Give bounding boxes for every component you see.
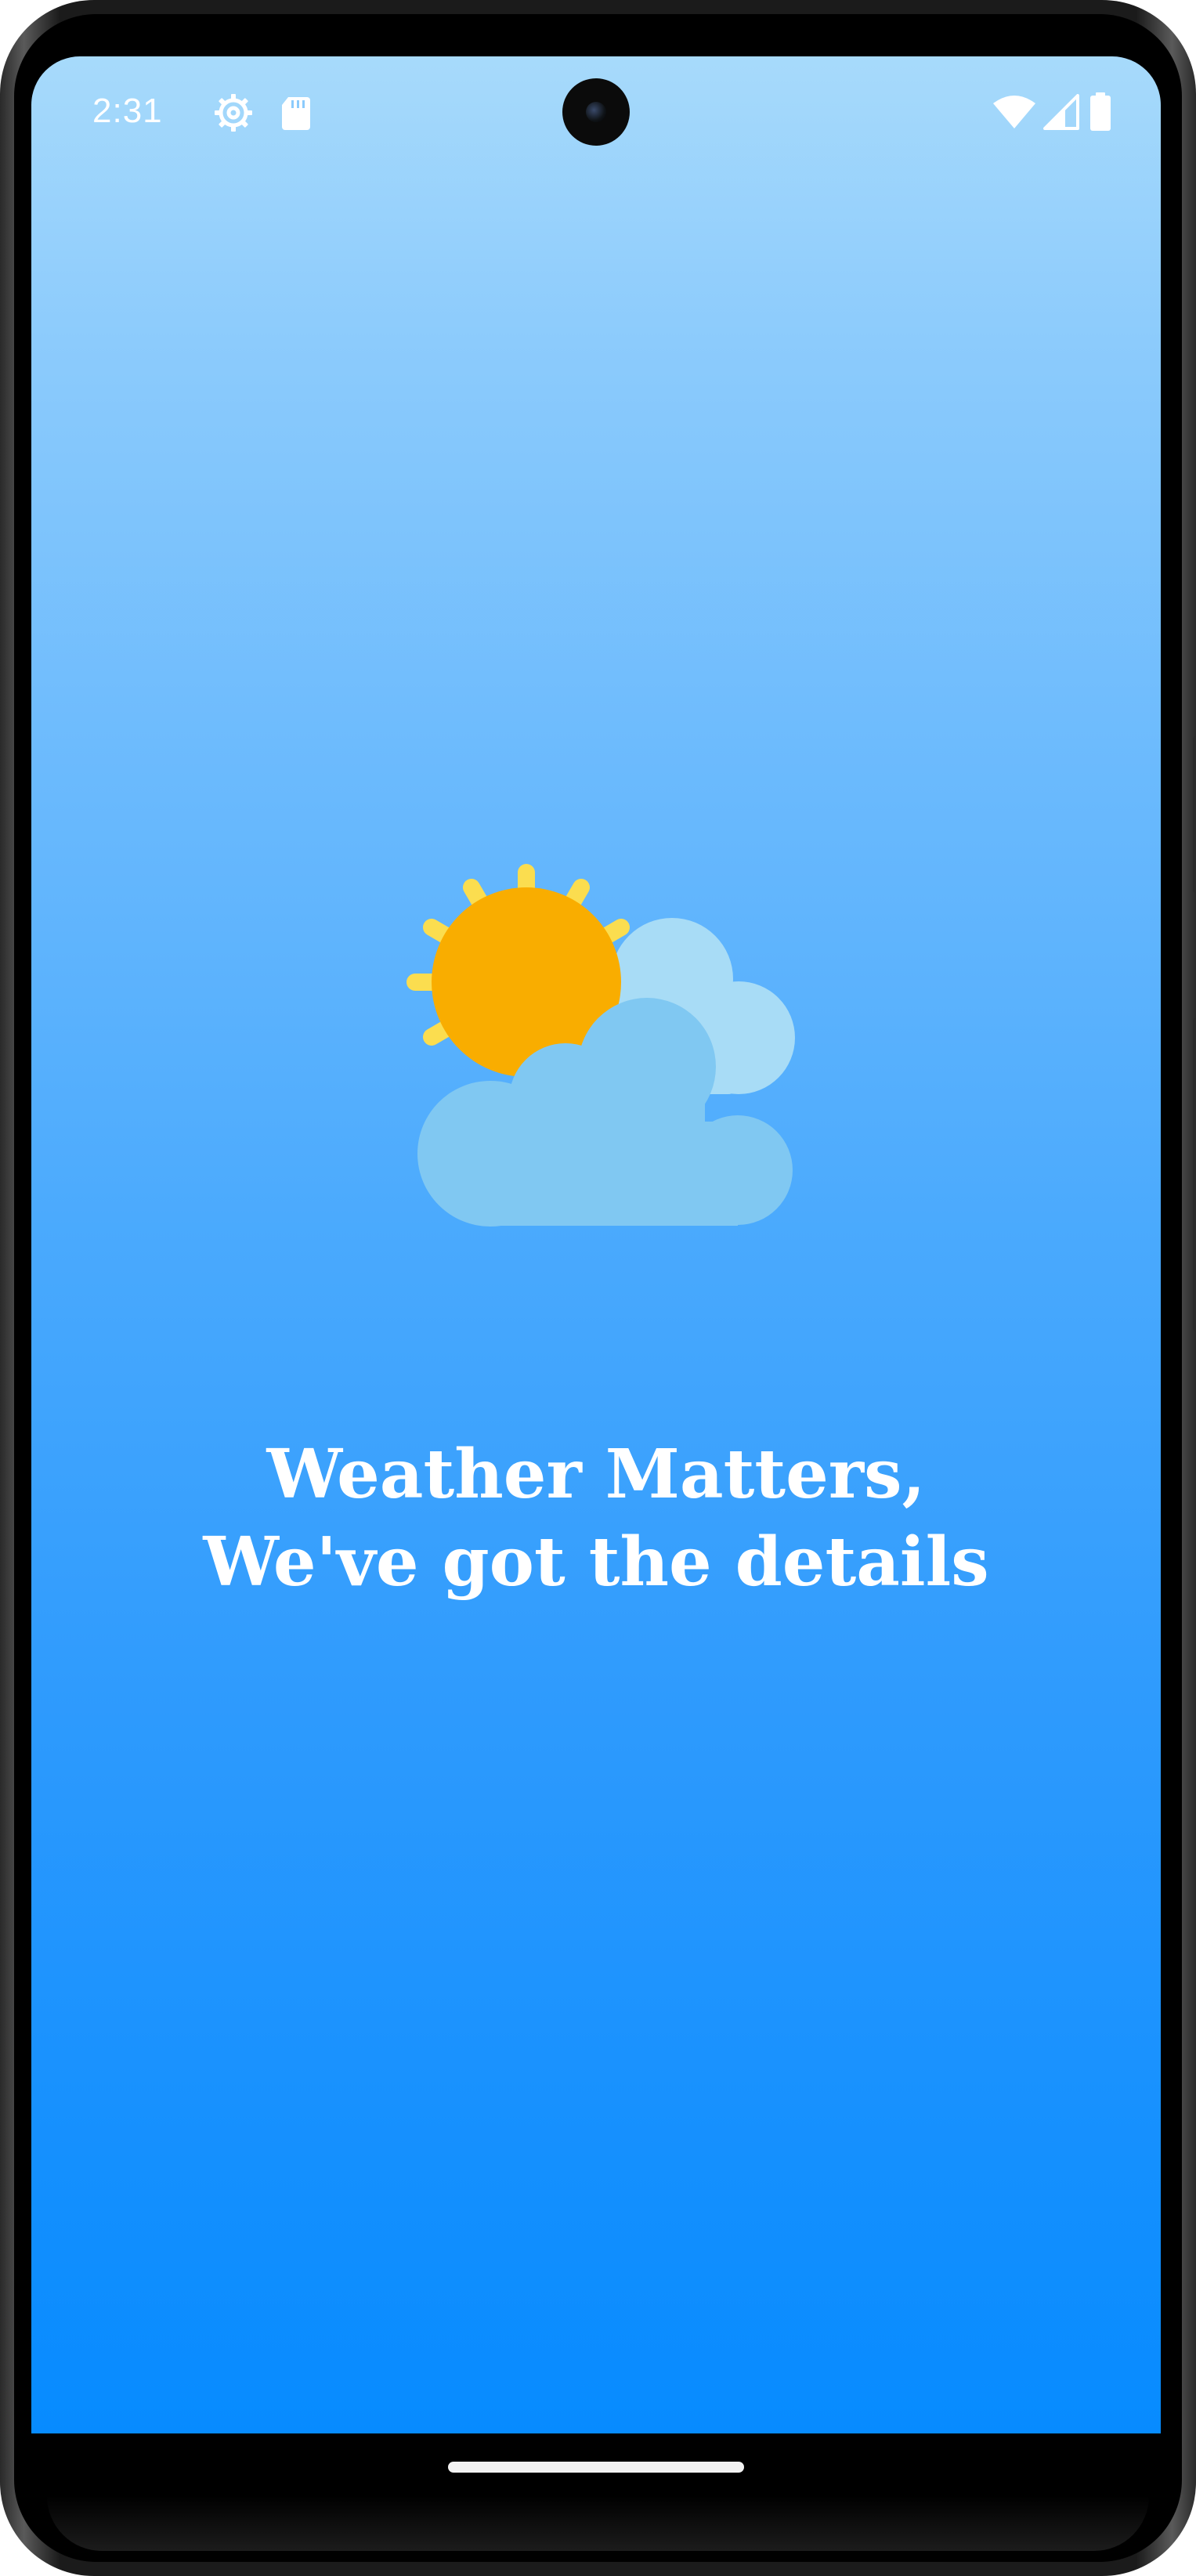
headline-line-2: We've got the details [203, 1523, 989, 1602]
phone-chin [47, 2496, 1149, 2551]
settings-gear-icon [215, 94, 252, 132]
home-indicator[interactable] [448, 2462, 744, 2473]
splash-headline: Weather Matters, We've got the details [31, 1431, 1161, 1606]
sun-behind-clouds-icon [406, 864, 795, 1227]
wifi-icon [993, 96, 1035, 128]
power-button [1193, 736, 1196, 893]
status-time: 2:31 [92, 92, 163, 130]
cell-signal-icon [1043, 94, 1079, 130]
sd-card-icon [282, 97, 310, 130]
phone-frame: 2:31 Weather Matters, We've got the deta… [0, 0, 1196, 2576]
front-camera [562, 78, 630, 146]
navigation-bar [31, 2433, 1161, 2496]
battery-icon [1090, 92, 1111, 131]
app-screen: 2:31 Weather Matters, We've got the deta… [31, 56, 1161, 2433]
headline-line-1: Weather Matters, [266, 1435, 926, 1514]
status-bar: 2:31 [31, 56, 1161, 174]
volume-button [1193, 1018, 1196, 1331]
